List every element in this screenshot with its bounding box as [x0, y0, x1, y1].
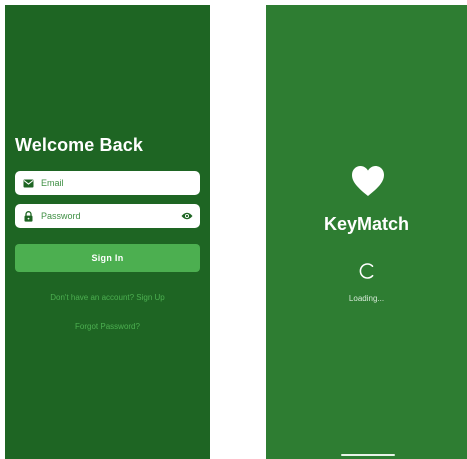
login-screen: Welcome Back Email Password Sign In Don'… [5, 5, 210, 459]
app-name: KeyMatch [323, 214, 410, 234]
password-placeholder: Password [41, 211, 81, 221]
app-screens: Welcome Back Email Password Sign In Don'… [0, 0, 467, 459]
forgot-password-link[interactable]: Forgot Password? [10, 322, 205, 331]
email-field[interactable]: Email [15, 171, 200, 195]
password-field[interactable]: Password [15, 204, 200, 228]
lock-icon [22, 210, 34, 222]
sign-up-link[interactable]: Don't have an account? Sign Up [10, 293, 205, 302]
loading-text: Loading... [348, 294, 385, 303]
splash-screen: KeyMatch Loading... [266, 5, 467, 459]
email-placeholder: Email [41, 178, 64, 188]
heart-icon [351, 165, 385, 197]
spinner-icon [358, 262, 376, 280]
sign-in-button[interactable]: Sign In [15, 244, 200, 272]
email-icon [22, 177, 34, 189]
home-indicator [341, 454, 395, 456]
eye-icon[interactable] [181, 210, 193, 222]
page-title: Welcome Back [15, 135, 143, 155]
